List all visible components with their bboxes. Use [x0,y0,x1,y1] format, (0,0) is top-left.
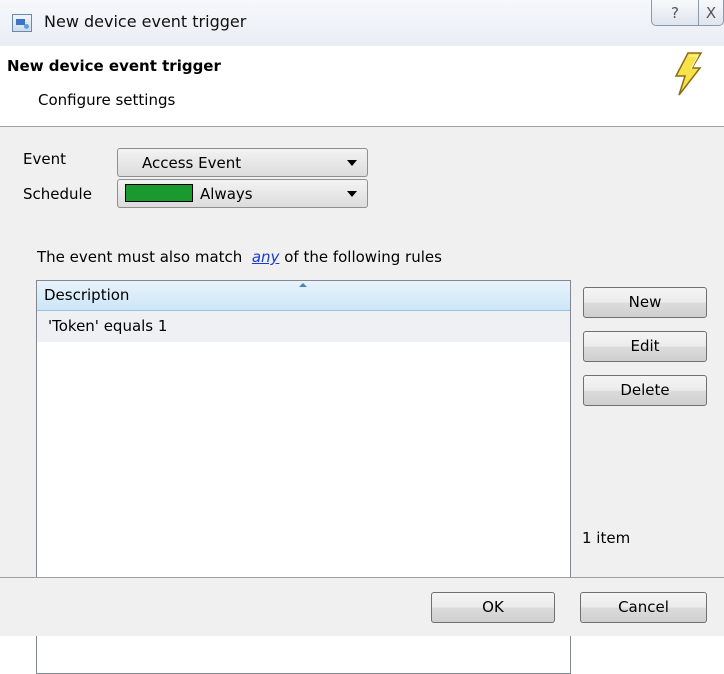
rule-description: 'Token' equals 1 [48,317,168,335]
match-mode-link[interactable]: any [252,248,280,266]
list-item[interactable]: 'Token' equals 1 [37,311,570,342]
rules-description: The event must also match any of the fol… [37,248,442,266]
title-bar: New device event trigger ? X [0,0,724,46]
dialog-footer: OK Cancel [0,577,724,636]
wizard-header: New device event trigger Configure setti… [0,46,724,127]
edit-rule-button[interactable]: Edit [583,331,707,362]
close-button[interactable]: X [698,0,724,26]
chevron-down-icon [347,191,357,197]
event-dropdown[interactable]: Access Event [117,148,368,177]
header-subtitle: Configure settings [38,91,176,109]
schedule-color-swatch [125,184,193,202]
cancel-button[interactable]: Cancel [580,592,707,623]
window-title: New device event trigger [44,12,247,31]
help-button[interactable]: ? [651,0,699,26]
event-label: Event [23,150,66,168]
schedule-label: Schedule [23,185,92,203]
event-dropdown-value: Access Event [142,154,242,172]
rules-suffix: of the following rules [284,248,442,266]
dialog-content: Event Access Event Schedule Always The e… [0,127,724,674]
column-header-label: Description [44,286,130,304]
rules-prefix: The event must also match [37,248,243,266]
schedule-dropdown[interactable]: Always [117,179,368,208]
delete-rule-button[interactable]: Delete [583,375,707,406]
header-title: New device event trigger [7,57,221,75]
item-count: 1 item [582,529,631,547]
lightning-bolt-icon [674,52,703,96]
sort-ascending-icon [299,283,307,287]
ok-button[interactable]: OK [431,592,555,623]
device-trigger-icon [12,14,32,32]
column-header-description[interactable]: Description [37,281,570,311]
chevron-down-icon [347,160,357,166]
new-rule-button[interactable]: New [583,287,707,318]
schedule-dropdown-value: Always [200,185,253,203]
